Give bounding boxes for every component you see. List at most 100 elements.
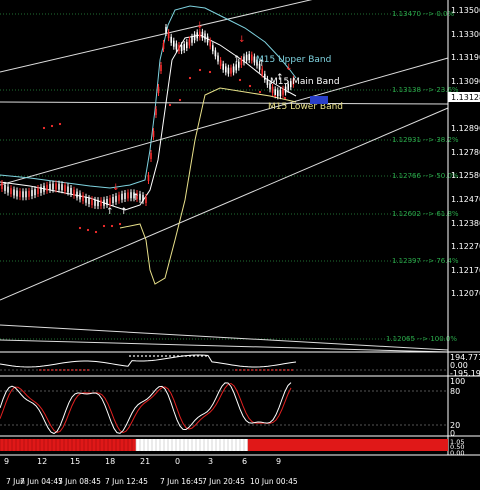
lower-band-label: M15 Lower Band <box>268 102 343 112</box>
stoch-panel[interactable]: 100 80 20 0 <box>0 375 480 438</box>
cci-dot-high <box>129 355 131 357</box>
candle-body <box>240 58 243 65</box>
candle-body <box>46 184 48 191</box>
candle-body <box>243 56 245 63</box>
price-label: 1.12470 <box>451 195 480 204</box>
candle-body <box>82 195 84 202</box>
candle-body <box>214 50 217 57</box>
cci-dot-high <box>205 355 207 357</box>
candle-body <box>7 186 9 193</box>
candle-body <box>67 186 69 193</box>
candle-body <box>64 185 66 192</box>
candle-body <box>13 189 15 196</box>
hour-tick-label: 12 <box>37 457 47 466</box>
candle-body <box>173 40 175 47</box>
candle-body <box>232 66 235 73</box>
candle-body <box>52 183 54 190</box>
candle-body <box>191 36 193 43</box>
hour-ticks: 9 12 15 18 21 0 3 6 9 <box>4 457 281 466</box>
signal-dot <box>94 230 98 234</box>
candle-body <box>199 31 201 38</box>
candle-body <box>94 199 96 206</box>
cci-dot-low <box>59 369 61 371</box>
candle-body <box>88 198 90 205</box>
time-axis: 9 12 15 18 21 0 3 6 9 7 Jun7 Jun 04:457 Jun 08:4… <box>4 457 298 486</box>
candle-body <box>196 32 198 39</box>
cci-dot-low <box>83 369 85 371</box>
price-label: 1.12380 <box>451 219 480 228</box>
stoch-label-100: 100 <box>450 377 465 386</box>
price-label: 1.12170 <box>451 266 480 275</box>
candle-body <box>180 45 183 52</box>
cci-dot-high <box>169 355 171 357</box>
hour-tick-label: 9 <box>4 457 9 466</box>
price-label: 1.13090 <box>451 77 480 86</box>
price-label: 1.12780 <box>451 148 480 157</box>
stoch-label-0: 0 <box>450 429 455 438</box>
main-band-label: M15 Main Band <box>270 77 340 87</box>
cci-dot-low <box>55 369 57 371</box>
candle-body <box>212 45 214 52</box>
signal-dot <box>110 224 114 228</box>
cci-line <box>0 354 297 368</box>
candle-body <box>162 43 165 49</box>
cci-dot-low <box>39 369 41 371</box>
current-price: 1.13128 <box>451 93 480 102</box>
signal-dot <box>42 126 46 130</box>
cci-panel[interactable]: 194.7711 0.00 -195.1929 <box>0 351 480 378</box>
buy-arrow: ↑ <box>132 193 140 203</box>
candle-body <box>175 43 178 50</box>
candle-body <box>157 87 160 93</box>
candle-body <box>248 54 250 61</box>
candle-body <box>145 197 147 203</box>
candle-body <box>109 198 111 205</box>
cci-dot-low <box>291 369 293 371</box>
candle-body <box>245 54 248 61</box>
hour-tick-label: 15 <box>70 457 80 466</box>
candle-body <box>266 78 269 85</box>
candle-body <box>58 183 60 190</box>
candle-body <box>97 200 99 207</box>
cci-dot-low <box>87 369 89 371</box>
candle-body <box>279 90 282 97</box>
cci-dot-high <box>193 355 195 357</box>
candle-body <box>121 193 123 200</box>
cci-dot-high <box>161 355 163 357</box>
candle-body <box>204 33 206 40</box>
cci-dot-low <box>267 369 269 371</box>
candle-body <box>209 40 211 47</box>
candle-body <box>282 88 284 95</box>
hour-tick-label: 18 <box>105 457 115 466</box>
cci-dot-low <box>251 369 253 371</box>
candle-body <box>201 31 204 38</box>
candle-body <box>37 188 39 195</box>
candle-body <box>183 44 185 51</box>
signal-dot <box>178 98 182 102</box>
buy-arrow: ↑ <box>233 55 241 65</box>
cci-dot-low <box>71 369 73 371</box>
candle-body <box>186 42 188 49</box>
cci-dot-high <box>173 355 175 357</box>
cci-dot-low <box>239 369 241 371</box>
candle-body <box>219 60 222 67</box>
cci-dot-low <box>43 369 45 371</box>
candle-body <box>43 185 45 192</box>
date-tick-label: 7 Jun 20:45 <box>202 477 245 486</box>
fib-label-100: 1.12065 --> 100.0% <box>386 335 457 343</box>
hour-tick-label: 0 <box>175 457 180 466</box>
candle-body <box>70 188 72 195</box>
candle-body <box>167 32 170 39</box>
date-tick-label: 7 Jun 08:45 <box>58 477 101 486</box>
candle-body <box>178 44 180 51</box>
hour-tick-label: 3 <box>208 457 213 466</box>
signal-dot <box>58 122 62 126</box>
cci-dot-high <box>201 355 203 357</box>
candle-body <box>79 193 81 200</box>
main-price-panel[interactable]: ↑ ↑↑↑ ↑↑↓↓↓↓ M15 Upper Band M15 Main Band … <box>0 0 459 353</box>
cci-dot-low <box>271 369 273 371</box>
cci-dot-high <box>149 355 151 357</box>
cci-dot-low <box>75 369 77 371</box>
trading-chart[interactable]: ↑ ↑↑↑ ↑↑↓↓↓↓ M15 Upper Band M15 Main Band … <box>0 0 480 490</box>
hour-tick-label: 6 <box>242 457 247 466</box>
signal-panel[interactable]: 1.05 0.50 0.00 <box>0 435 480 457</box>
